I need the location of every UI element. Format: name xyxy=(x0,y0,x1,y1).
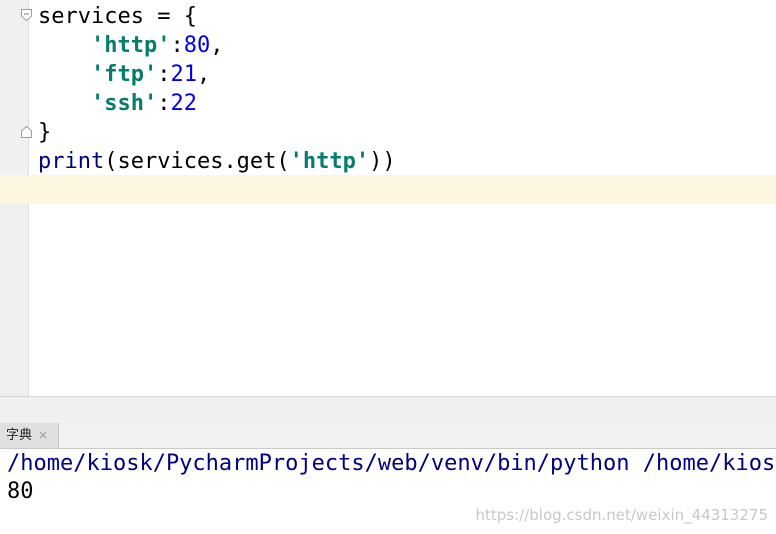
code-line[interactable]: } xyxy=(38,118,51,147)
run-tab-label: 字典 xyxy=(6,428,33,443)
run-tab-bar: 字典 × xyxy=(0,423,776,449)
code-text: , xyxy=(196,62,211,87)
current-line-highlight xyxy=(0,175,776,204)
code-text: : xyxy=(157,62,171,87)
code-text: )) xyxy=(369,149,396,174)
number-literal: 21 xyxy=(170,62,197,87)
number-literal: 80 xyxy=(183,33,211,58)
watermark: https://blog.csdn.net/weixin_44313275 xyxy=(475,506,768,524)
run-console[interactable]: /home/kiosk/PycharmProjects/web/venv/bin… xyxy=(0,449,776,534)
fold-collapse-icon[interactable] xyxy=(21,9,32,21)
code-text: : xyxy=(157,91,171,116)
code-text: } xyxy=(38,120,52,145)
fold-end-icon[interactable] xyxy=(21,126,32,138)
close-icon[interactable]: × xyxy=(38,423,48,448)
number-literal: 22 xyxy=(170,91,197,116)
run-tab[interactable]: 字典 × xyxy=(0,423,60,448)
code-line[interactable]: 'http':80, xyxy=(38,31,223,60)
panel-splitter[interactable] xyxy=(0,396,776,424)
code-text: : xyxy=(170,33,184,58)
console-command-line: /home/kiosk/PycharmProjects/web/venv/bin… xyxy=(7,451,776,476)
code-text: (services.get( xyxy=(104,149,290,174)
code-line[interactable]: print(services.get('http')) xyxy=(38,147,396,176)
string-literal: 'ftp' xyxy=(90,62,158,87)
builtin-name: print xyxy=(38,149,105,174)
string-literal: 'ssh' xyxy=(90,91,158,116)
string-literal: 'http' xyxy=(289,149,370,174)
code-text: , xyxy=(210,33,224,58)
string-literal: 'http' xyxy=(90,33,171,58)
code-line[interactable]: services = { xyxy=(38,2,197,31)
console-output: 80 xyxy=(7,479,34,504)
code-editor[interactable]: services = { 'http':80, 'ftp':21, 'ssh':… xyxy=(0,0,776,396)
code-text: services = { xyxy=(38,4,197,29)
code-line[interactable]: 'ssh':22 xyxy=(38,89,197,118)
code-line[interactable]: 'ftp':21, xyxy=(38,60,210,89)
